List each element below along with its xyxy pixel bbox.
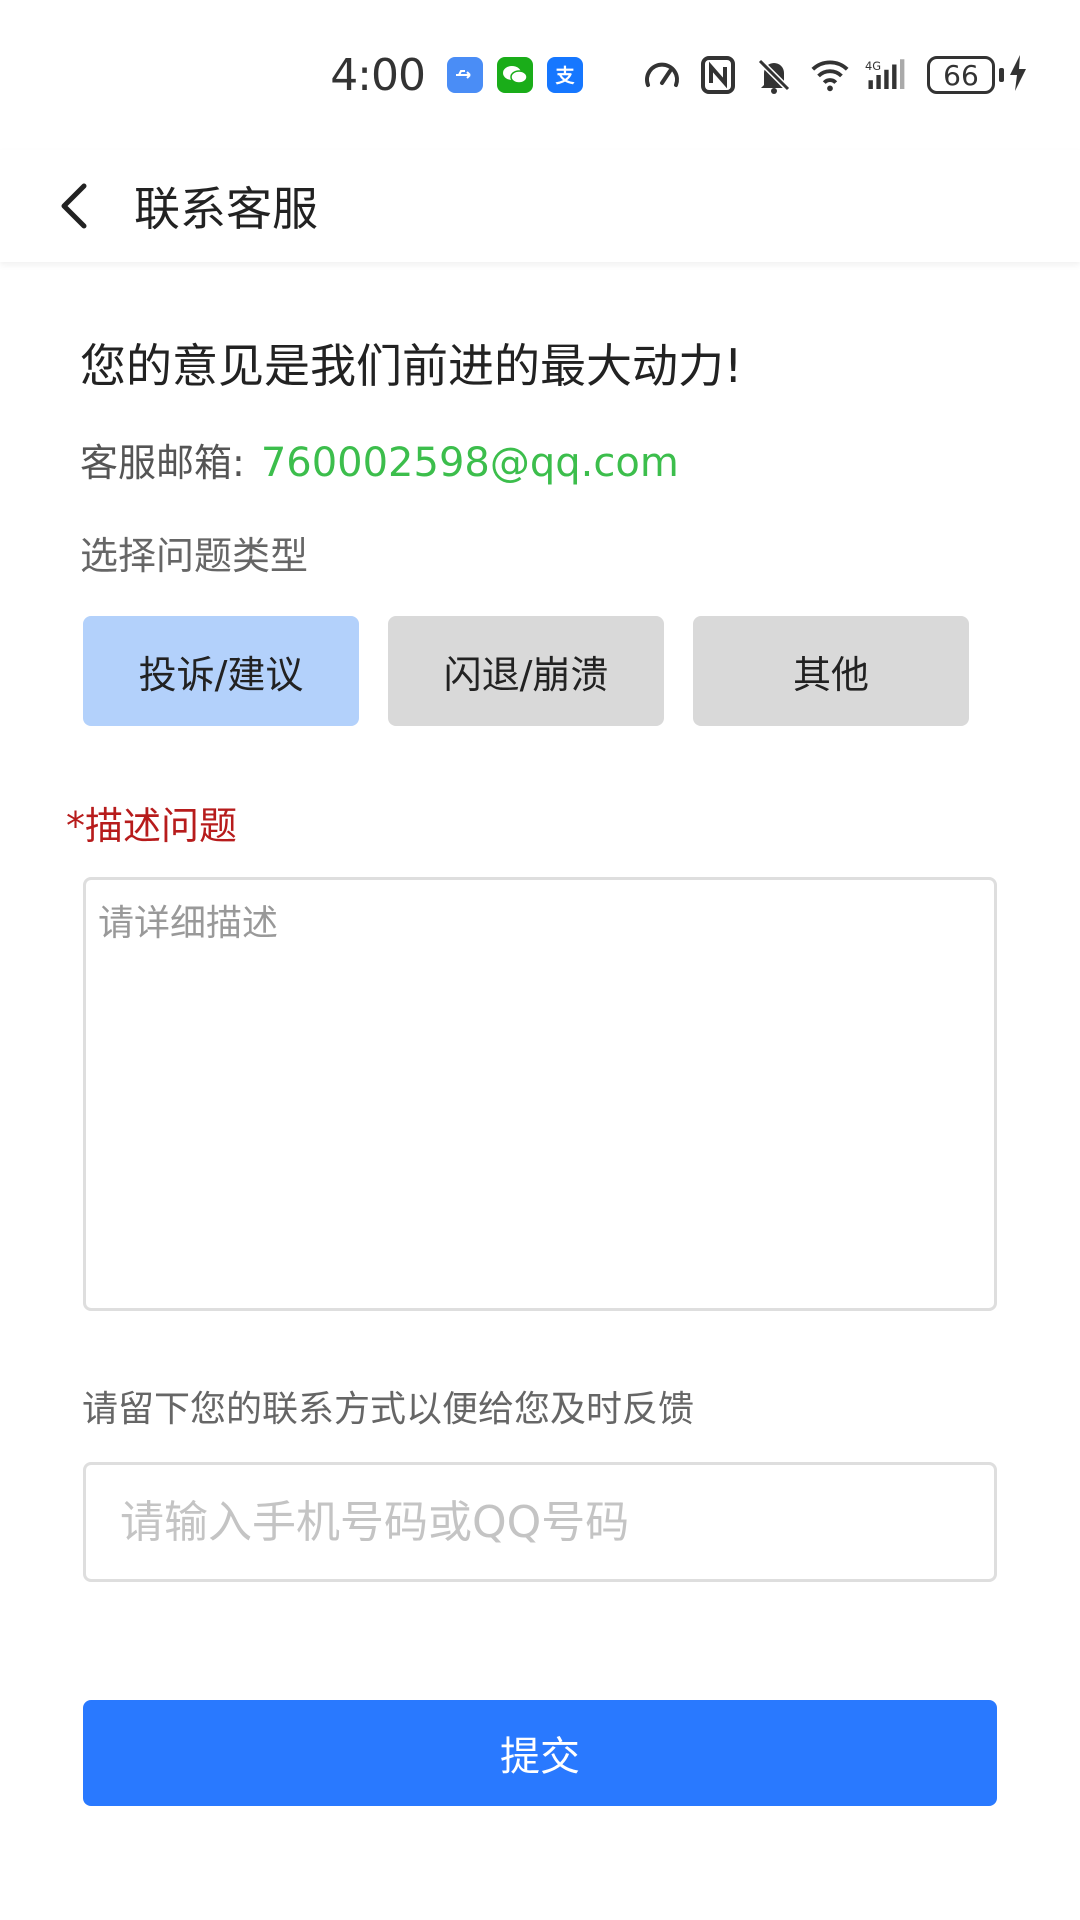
email-label: 客服邮箱: [80,441,245,485]
usb-icon [447,57,483,93]
bell-muted-icon [753,54,795,96]
contact-input[interactable] [83,1462,997,1582]
type-option-complaint[interactable]: 投诉/建议 [83,616,359,726]
alipay-icon: 支 [547,57,583,93]
slogan-text: 您的意见是我们前进的最大动力! [80,339,743,393]
status-bar: 4:00 支 4G 66 [0,0,1080,150]
chevron-left-icon [61,183,87,229]
battery-indicator: 66 [927,55,1028,95]
battery-level: 66 [927,56,995,94]
svg-text:支: 支 [554,65,575,87]
type-option-crash[interactable]: 闪退/崩溃 [388,616,664,726]
signal-4g-icon: 4G [865,54,907,96]
email-link[interactable]: 760002598@qq.com [261,440,679,486]
nfc-icon [697,54,739,96]
page-title: 联系客服 [134,182,318,236]
speedometer-icon [641,54,683,96]
wechat-icon [497,57,533,93]
contact-label: 请留下您的联系方式以便给您及时反馈 [82,1389,695,1430]
submit-button[interactable]: 提交 [83,1700,997,1806]
description-label: *描述问题 [66,804,238,848]
type-option-other[interactable]: 其他 [693,616,969,726]
wifi-icon [809,54,851,96]
status-time: 4:00 [330,49,426,101]
svg-text:4G: 4G [865,59,881,73]
app-header: 联系客服 [0,150,1080,262]
problem-type-options: 投诉/建议 闪退/崩溃 其他 [83,616,969,726]
email-row: 客服邮箱: 760002598@qq.com [80,432,679,487]
problem-type-label: 选择问题类型 [80,534,309,578]
charging-icon [1008,55,1028,95]
description-textarea[interactable] [83,877,997,1311]
back-button[interactable] [38,170,110,242]
